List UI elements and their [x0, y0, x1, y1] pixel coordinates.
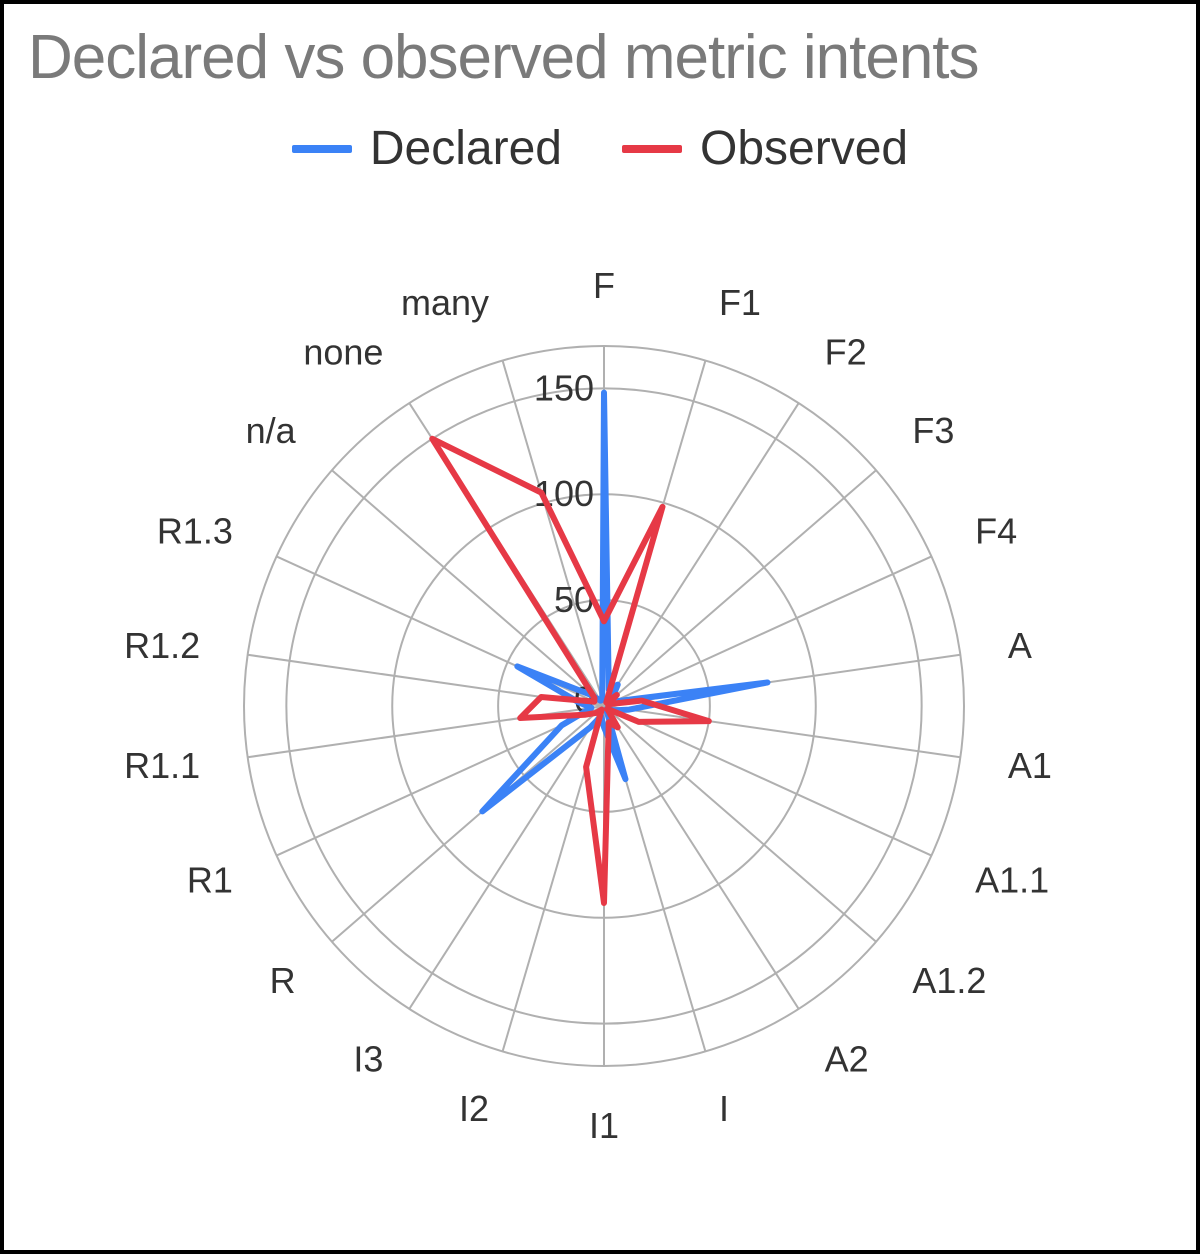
axis-label: R1.2: [124, 625, 200, 666]
axis-label: F4: [975, 511, 1017, 552]
axis-label: A2: [825, 1038, 869, 1079]
axis-label: R1.3: [157, 511, 233, 552]
axis-label: many: [401, 282, 489, 323]
axis-label: A1: [1008, 745, 1052, 786]
legend: Declared Observed: [4, 121, 1196, 176]
radar-svg: F F1 F2 F3 F4 A A1 A1.1 A1.2 A2 I I1 I2 I3 R R1 R1.1 R1.2…: [4, 176, 1200, 1176]
legend-swatch-observed: [622, 145, 682, 153]
axis-label: F1: [719, 282, 761, 323]
axis-label: A1.1: [975, 859, 1049, 900]
axis-label: I3: [353, 1038, 383, 1079]
axis-label: R1: [187, 859, 233, 900]
axis-label: F3: [912, 410, 954, 451]
tick-label: 150: [534, 367, 594, 408]
axis-label: F2: [825, 332, 867, 373]
axis-label: R1.1: [124, 745, 200, 786]
legend-label-declared: Declared: [370, 121, 562, 176]
chart-title: Declared vs observed metric intents: [4, 4, 1196, 93]
legend-label-observed: Observed: [700, 121, 908, 176]
axis-label: F: [593, 265, 615, 306]
axis-label: none: [303, 332, 383, 373]
legend-item-observed: Observed: [622, 121, 908, 176]
axis-label: R: [270, 960, 296, 1001]
axis-label: I1: [589, 1105, 619, 1146]
axis-label: n/a: [246, 410, 297, 451]
legend-swatch-declared: [292, 145, 352, 153]
axis-label: A1.2: [912, 960, 986, 1001]
axis-label: A: [1008, 625, 1032, 666]
radar-chart: F F1 F2 F3 F4 A A1 A1.1 A1.2 A2 I I1 I2 I3 R R1 R1.1 R1.2…: [4, 176, 1196, 1176]
legend-item-declared: Declared: [292, 121, 562, 176]
axis-label: I: [719, 1088, 729, 1129]
chart-frame: Declared vs observed metric intents Decl…: [0, 0, 1200, 1254]
axis-label: I2: [459, 1088, 489, 1129]
